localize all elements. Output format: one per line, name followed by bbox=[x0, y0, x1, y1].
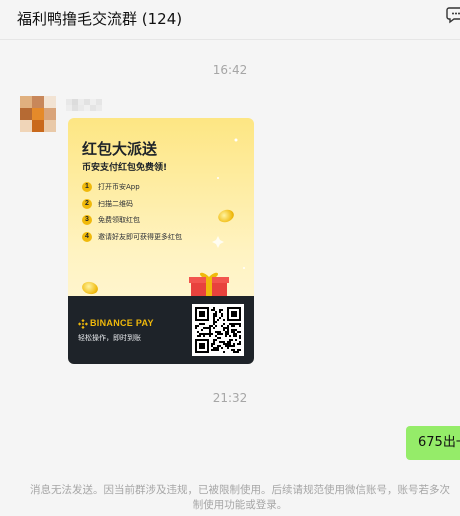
step-number: 2 bbox=[82, 199, 92, 209]
sender-name-blurred bbox=[66, 99, 102, 111]
step-item: 3 免费领取红包 bbox=[82, 214, 140, 226]
system-notice: 消息无法发送。因当前群涉及违规，已被限制使用。后续请规范使用微信账号，账号若多次… bbox=[10, 483, 460, 513]
chat-title[interactable]: 福利鸭撸毛交流群 (124) bbox=[17, 8, 182, 29]
step-item: 4 邀请好友即可获得更多红包 bbox=[82, 231, 182, 243]
red-packet-card-image[interactable]: 红包大派送 币安支付红包免费领! 1 打开币安App 2 扫描二维码 3 免费领… bbox=[68, 118, 254, 364]
message-timestamp: 21:32 bbox=[212, 391, 248, 405]
brand-tagline: 轻松操作，即时到账 bbox=[78, 334, 141, 342]
card-footer: BINANCE PAY 轻松操作，即时到账 bbox=[68, 296, 254, 364]
my-message-bubble[interactable]: 675出一 bbox=[406, 426, 460, 460]
step-item: 2 扫描二维码 bbox=[82, 198, 133, 210]
step-number: 1 bbox=[82, 182, 92, 192]
notice-line: 消息无法发送。因当前群涉及违规，已被限制使用。后续请规范使用微信账号，账号若多次 bbox=[30, 484, 450, 496]
message-timestamp: 16:42 bbox=[212, 63, 248, 77]
card-title: 红包大派送 bbox=[82, 140, 158, 158]
chat-info-icon[interactable] bbox=[446, 4, 460, 24]
step-number: 4 bbox=[82, 232, 92, 242]
step-text: 邀请好友即可获得更多红包 bbox=[98, 233, 182, 241]
step-item: 1 打开币安App bbox=[82, 181, 140, 193]
binance-logo-icon bbox=[78, 319, 88, 329]
step-text: 免费领取红包 bbox=[98, 216, 140, 224]
card-subtitle: 币安支付红包免费领! bbox=[82, 163, 168, 173]
step-text: 打开币安App bbox=[98, 183, 140, 191]
step-text: 扫描二维码 bbox=[98, 200, 133, 208]
qr-code-icon bbox=[192, 304, 244, 356]
brand-name: BINANCE PAY bbox=[90, 318, 154, 328]
chat-header: 福利鸭撸毛交流群 (124) bbox=[0, 0, 460, 40]
sender-avatar[interactable] bbox=[20, 96, 56, 132]
notice-line: 制使用功能或登录。 bbox=[192, 499, 288, 511]
step-number: 3 bbox=[82, 215, 92, 225]
